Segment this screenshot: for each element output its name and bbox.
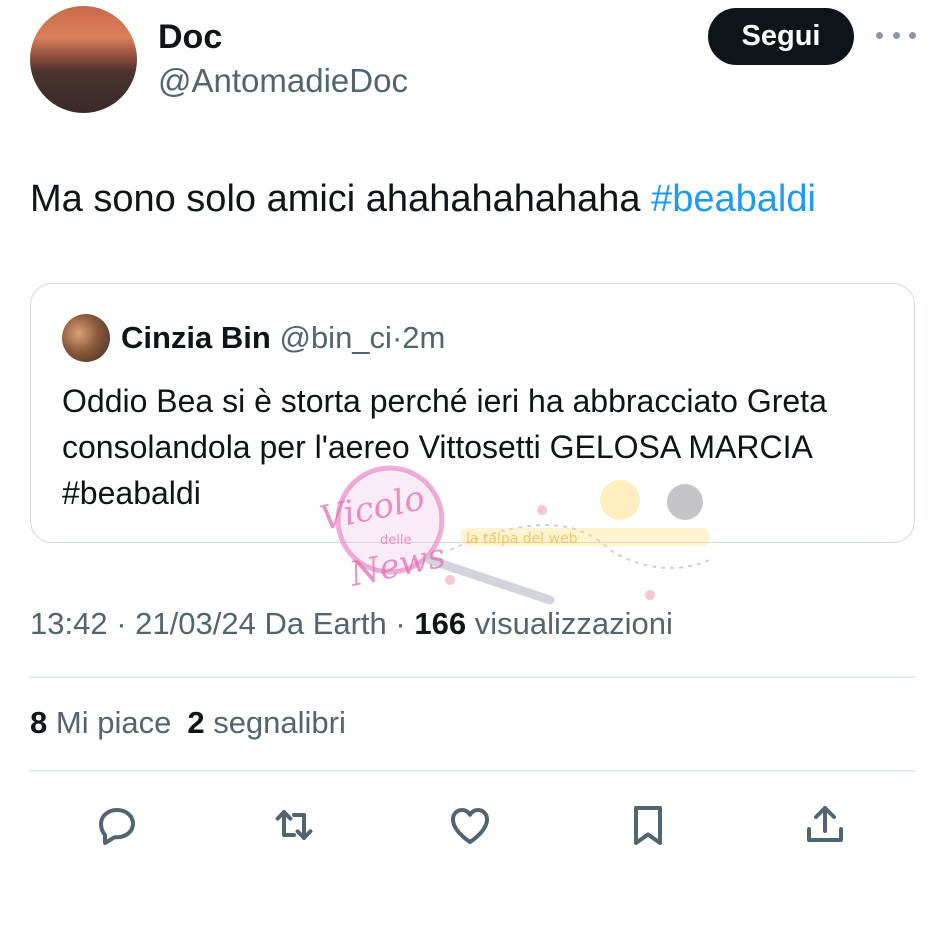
follow-button[interactable]: Segui (708, 8, 854, 65)
quoted-display-name: Cinzia Bin (121, 320, 271, 355)
quoted-tweet-card[interactable]: Cinzia Bin @bin_ci·2m Oddio Bea si è sto… (30, 283, 915, 543)
like-button[interactable] (442, 797, 498, 853)
divider (30, 676, 916, 678)
quoted-separator: · (391, 320, 403, 355)
reply-icon (99, 808, 135, 845)
author-display-name[interactable]: Doc (158, 17, 222, 57)
likes-stat[interactable]: 8 Mi piace (30, 705, 171, 740)
bookmark-icon (634, 806, 662, 845)
bookmarks-stat[interactable]: 2 segnalibri (187, 705, 346, 740)
tweet-text: Ma sono solo amici ahahahahahaha #beabal… (30, 174, 816, 224)
author-handle[interactable]: @AntomadieDoc (158, 61, 408, 101)
meta-separator: · (116, 606, 127, 641)
meta-separator: · (395, 606, 406, 641)
views-label: visualizzazioni (474, 606, 673, 641)
bookmarks-label: segnalibri (213, 705, 346, 740)
author-avatar[interactable] (30, 6, 137, 113)
retweet-button[interactable] (266, 797, 322, 853)
share-button[interactable] (797, 797, 853, 853)
bookmark-button[interactable] (620, 797, 676, 853)
share-icon (807, 806, 843, 842)
more-dot (892, 31, 900, 39)
heart-icon (451, 808, 489, 844)
views-count: 166 (414, 606, 467, 641)
tweet-detail: Doc @AntomadieDoc Segui Ma sono solo ami… (0, 0, 946, 934)
quoted-time: 2m (402, 320, 446, 355)
divider (30, 770, 916, 772)
more-dot (876, 31, 883, 39)
reply-button[interactable] (89, 797, 145, 853)
tweet-hashtag-link[interactable]: #beabaldi (651, 178, 816, 220)
quoted-avatar[interactable] (62, 314, 110, 362)
more-dot (909, 31, 916, 39)
more-icon[interactable] (876, 20, 916, 50)
engagement-stats: 8 Mi piace 2 segnalibri (30, 702, 346, 744)
bookmarks-count: 2 (187, 705, 205, 740)
tweet-date[interactable]: 21/03/24 (135, 606, 256, 641)
retweet-icon (275, 810, 313, 840)
quoted-handle: @bin_ci (279, 320, 392, 355)
tweet-source: Da Earth (264, 606, 387, 641)
quoted-header: Cinzia Bin @bin_ci·2m (121, 318, 445, 358)
tweet-meta: 13:42 · 21/03/24 Da Earth · 166 visualiz… (30, 603, 673, 645)
likes-count: 8 (30, 705, 48, 740)
tweet-time[interactable]: 13:42 (30, 606, 108, 641)
watermark-line3: News (345, 536, 449, 595)
quoted-text: Oddio Bea si è storta perché ieri ha abb… (62, 383, 827, 511)
likes-label: Mi piace (55, 705, 172, 740)
tweet-body: Ma sono solo amici ahahahahahaha (30, 178, 652, 220)
